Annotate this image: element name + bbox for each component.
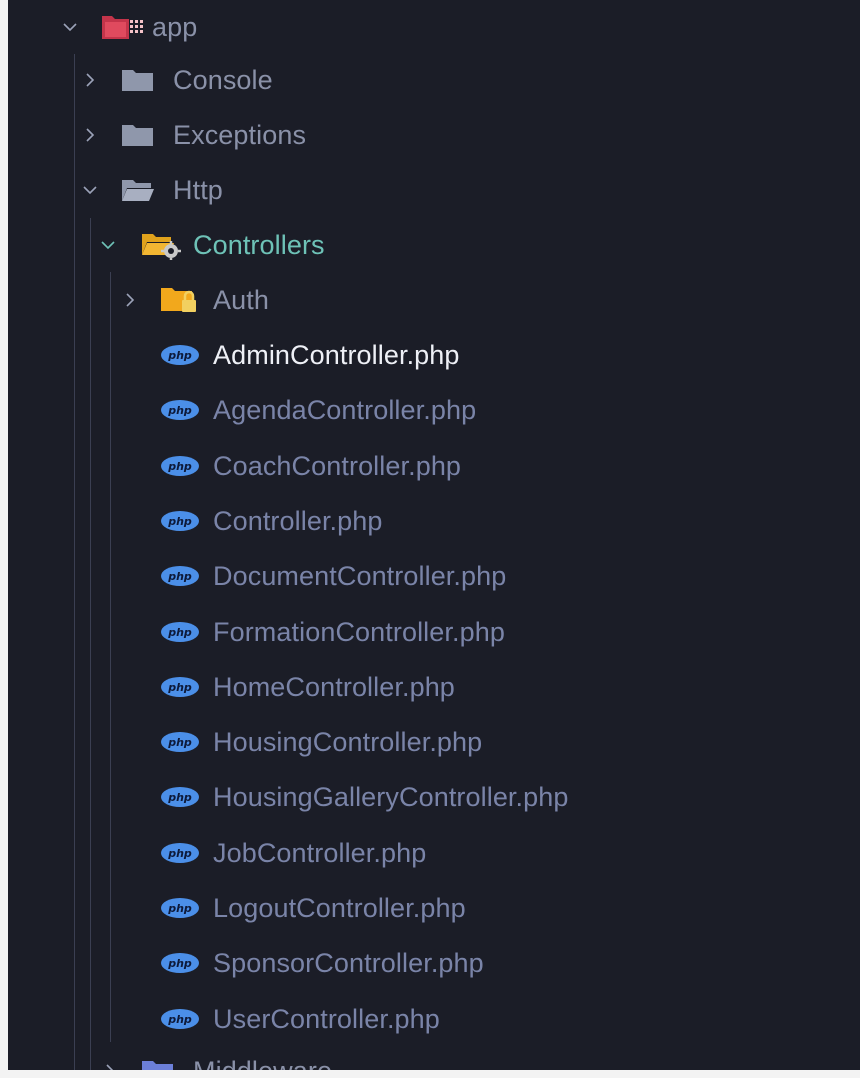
chevron-right-icon: [126, 293, 135, 307]
tree-item-label: HousingGalleryController.php: [213, 782, 569, 813]
controllers-folder-icon: [142, 234, 181, 260]
folder-icon: [122, 70, 153, 91]
php-icon-text: php: [167, 515, 192, 528]
app-folder-icon: [102, 16, 143, 39]
chevron-down-icon: [83, 186, 97, 195]
php-icon-text: php: [167, 902, 192, 915]
file-explorer: app Console Exceptions Http Controllers …: [8, 0, 860, 1070]
tree-item-label: DocumentController.php: [213, 561, 507, 592]
tree-item-file[interactable]: php HousingController.php: [8, 715, 860, 769]
php-icon-text: php: [167, 570, 192, 583]
tree-item-label: Http: [173, 175, 223, 205]
php-icon-text: php: [167, 847, 192, 860]
php-file-icon: php: [161, 732, 199, 753]
php-icon-text: php: [167, 460, 192, 473]
tree-item-label: JobController.php: [213, 837, 427, 868]
tree-item-label: HousingController.php: [213, 727, 483, 758]
php-file-icon: php: [161, 345, 199, 365]
tree-item-label: SponsorController.php: [213, 948, 484, 979]
tree-item-exceptions[interactable]: Exceptions: [8, 108, 860, 162]
tree-item-file[interactable]: php CoachController.php: [8, 439, 860, 493]
tree-item-file[interactable]: php SponsorController.php: [8, 936, 860, 990]
php-icon-text: php: [167, 349, 192, 362]
php-file-icon: php: [161, 842, 199, 863]
tree-item-auth[interactable]: Auth: [8, 273, 860, 327]
php-icon-text: php: [167, 1013, 192, 1026]
tree-item-label: Controllers: [193, 230, 325, 260]
tree-item-file[interactable]: php UserController.php: [8, 992, 860, 1046]
chevron-right-icon: [106, 1064, 114, 1070]
tree-item-file[interactable]: php AdminController.php: [8, 328, 860, 382]
tree-item-middleware[interactable]: Middleware: [8, 1044, 860, 1070]
tree-item-label: UserController.php: [213, 1003, 440, 1034]
tree-item-file[interactable]: php HomeController.php: [8, 660, 860, 714]
php-file-icon: php: [161, 1008, 199, 1029]
php-file-icon: php: [161, 953, 199, 974]
php-file-icon: php: [161, 566, 199, 587]
chevron-right-icon: [86, 73, 95, 87]
tree-item-label: Exceptions: [173, 120, 307, 150]
tree-item-file[interactable]: php JobController.php: [8, 826, 860, 880]
tree-item-file[interactable]: php FormationController.php: [8, 605, 860, 659]
php-file-icon: php: [161, 400, 199, 421]
php-file-icon: php: [161, 898, 199, 918]
tree-item-label: AgendaController.php: [213, 395, 477, 426]
tree-item-label: CoachController.php: [213, 450, 462, 481]
tree-item-file[interactable]: php DocumentController.php: [8, 549, 860, 603]
tree-item-label: Middleware: [193, 1044, 332, 1070]
tree-item-label: Auth: [213, 285, 269, 315]
folder-icon: [122, 125, 153, 146]
php-file-icon: php: [161, 621, 199, 642]
php-icon-text: php: [167, 957, 192, 970]
tree-item-label: Console: [173, 65, 273, 95]
tree-item-label: FormationController.php: [213, 616, 505, 647]
php-file-icon: php: [161, 510, 199, 531]
tree-item-file[interactable]: php AgendaController.php: [8, 383, 860, 437]
tree-item-label: LogoutController.php: [213, 893, 466, 923]
chevron-down-icon: [63, 23, 77, 32]
tree-item-http[interactable]: Http: [8, 163, 860, 217]
chevron-right-icon: [86, 128, 95, 142]
tree-item-controllers[interactable]: Controllers: [8, 218, 860, 272]
php-file-icon: php: [161, 455, 199, 476]
tree-item-label: AdminController.php: [213, 340, 460, 370]
php-icon-text: php: [167, 404, 192, 417]
auth-folder-icon: [161, 288, 196, 312]
tree-item-app[interactable]: app: [8, 0, 860, 54]
php-icon-text: php: [167, 681, 192, 694]
tree-item-label: Controller.php: [213, 505, 383, 536]
tree-item-file[interactable]: php HousingGalleryController.php: [8, 770, 860, 824]
php-icon-text: php: [167, 626, 192, 639]
middleware-folder-icon: [142, 1061, 173, 1070]
php-file-icon: php: [161, 787, 199, 808]
php-icon-text: php: [167, 791, 192, 804]
tree-item-label: app: [152, 12, 198, 42]
php-file-icon: php: [161, 676, 199, 697]
tree-item-file[interactable]: php Controller.php: [8, 494, 860, 548]
tree-item-label: HomeController.php: [213, 671, 455, 702]
tree-item-file[interactable]: php LogoutController.php: [8, 881, 860, 935]
tree-item-console[interactable]: Console: [8, 53, 860, 107]
php-icon-text: php: [167, 736, 192, 749]
chevron-down-icon: [101, 241, 115, 250]
folder-open-icon: [122, 180, 154, 201]
